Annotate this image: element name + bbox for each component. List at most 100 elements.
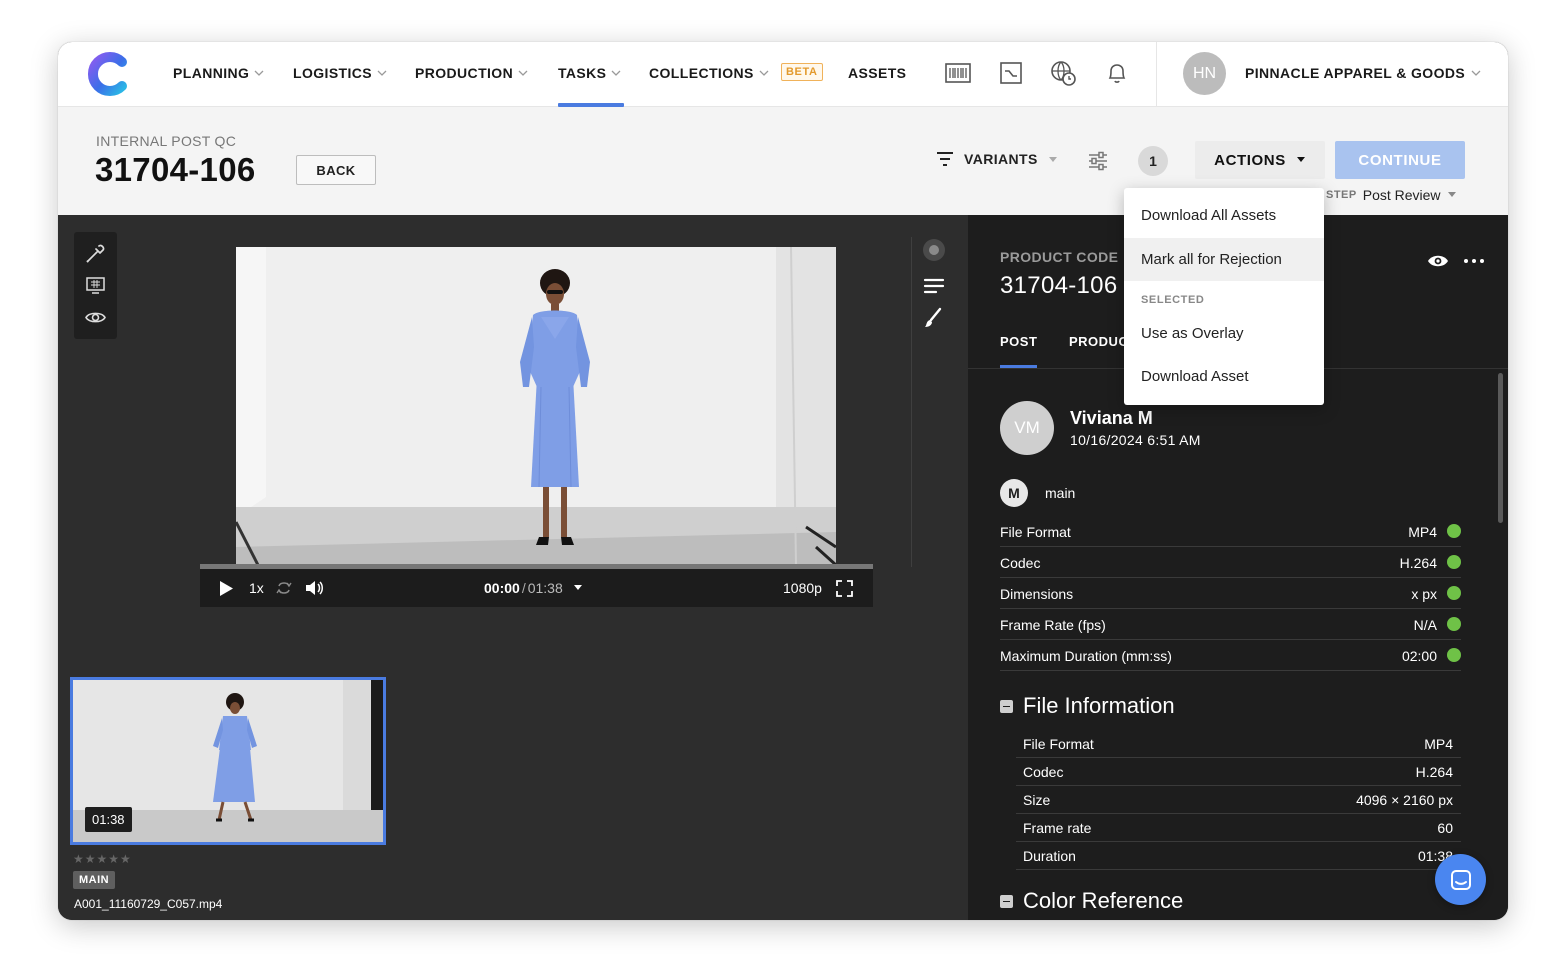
current-time: 00:00 — [484, 580, 520, 596]
screen-grid-icon[interactable] — [84, 274, 107, 297]
spec-value: MP4 — [1408, 524, 1437, 540]
tab-post[interactable]: POST — [1000, 334, 1037, 349]
menu-item-mark-all-rejection[interactable]: Mark all for Rejection — [1124, 238, 1324, 281]
user-avatar[interactable]: HN — [1183, 52, 1226, 95]
file-info-row: Duration 01:38 — [1016, 842, 1461, 870]
file-info-value: 4096 × 2160 px — [1356, 792, 1453, 808]
asset-filename: A001_11160729_C057.mp4 — [74, 897, 223, 911]
asset-thumbnail[interactable]: 01:38 — [70, 677, 386, 845]
filter-icon — [937, 152, 953, 166]
tab-product[interactable]: PRODUC — [1069, 334, 1128, 349]
nav-collections-label: COLLECTIONS — [649, 65, 754, 81]
play-icon[interactable] — [218, 580, 234, 597]
trend-chart-icon[interactable] — [998, 60, 1024, 86]
file-info-value: 60 — [1437, 820, 1453, 836]
caret-down-icon — [1447, 192, 1456, 197]
file-information-section-toggle[interactable]: File Information — [1000, 693, 1175, 719]
review-timestamp: 10/16/2024 6:51 AM — [1070, 432, 1201, 448]
video-timecode[interactable]: 00:00 / 01:38 — [484, 580, 583, 596]
chevron-down-icon — [1471, 70, 1481, 76]
chevron-down-icon — [254, 70, 264, 76]
spec-row: Frame Rate (fps) N/A — [1000, 609, 1461, 640]
nav-assets-label: ASSETS — [848, 65, 907, 81]
color-reference-title: Color Reference — [1023, 888, 1184, 913]
collapse-icon — [1000, 894, 1013, 908]
chevron-down-icon — [759, 70, 769, 76]
page-title: 31704-106 — [95, 151, 256, 188]
review-stage: 1x 00:00 / 01:38 1080p 01:38 ★★★★★ MAIN … — [58, 215, 968, 920]
video-controls: 1x 00:00 / 01:38 1080p — [200, 569, 873, 607]
check-circle-icon — [1447, 586, 1461, 600]
globe-clock-icon[interactable] — [1050, 60, 1076, 86]
video-frame-image — [236, 247, 836, 565]
spec-value: x px — [1411, 586, 1437, 602]
variants-dropdown[interactable]: VARIANTS — [936, 151, 1058, 167]
next-step-label: STEP — [1326, 189, 1357, 201]
file-info-row: File Format MP4 — [1016, 730, 1461, 758]
eye-icon[interactable] — [84, 306, 107, 329]
menu-item-download-asset[interactable]: Download Asset — [1124, 355, 1324, 398]
brush-icon[interactable] — [921, 305, 947, 331]
spec-row: Dimensions x px — [1000, 578, 1461, 609]
actions-button[interactable]: ACTIONS — [1195, 141, 1325, 179]
playback-speed[interactable]: 1x — [249, 580, 264, 596]
spec-key: Dimensions — [1000, 586, 1074, 602]
check-circle-icon — [1447, 617, 1461, 631]
back-button[interactable]: BACK — [296, 155, 376, 185]
star-rating[interactable]: ★★★★★ — [73, 852, 132, 866]
bell-icon[interactable] — [1104, 60, 1130, 86]
nav-tasks[interactable]: TASKS — [558, 65, 621, 81]
check-circle-icon — [1447, 555, 1461, 569]
annotation-toolbox — [74, 232, 117, 339]
nav-collections[interactable]: COLLECTIONS — [649, 65, 769, 81]
continue-button[interactable]: CONTINUE — [1335, 141, 1465, 179]
file-info-row: Size 4096 × 2160 px — [1016, 786, 1461, 814]
record-dot-icon[interactable] — [921, 237, 947, 263]
menu-item-use-as-overlay[interactable]: Use as Overlay — [1124, 312, 1324, 355]
spec-row: Maximum Duration (mm:ss) 02:00 — [1000, 640, 1461, 671]
support-chat-button[interactable] — [1435, 854, 1486, 905]
spec-row: Codec H.264 — [1000, 547, 1461, 578]
nav-production[interactable]: PRODUCTION — [415, 65, 528, 81]
more-options-icon[interactable] — [1462, 251, 1486, 271]
fullscreen-icon[interactable] — [836, 580, 853, 597]
selection-count-badge: 1 — [1138, 146, 1168, 176]
volume-icon[interactable] — [304, 579, 324, 597]
menu-item-download-all-assets[interactable]: Download All Assets — [1124, 194, 1324, 237]
nav-planning[interactable]: PLANNING — [173, 65, 264, 81]
org-switcher[interactable]: PINNACLE APPAREL & GOODS — [1245, 65, 1481, 81]
next-step-selector[interactable]: STEP Post Review — [1326, 187, 1457, 203]
spec-value: H.264 — [1399, 555, 1437, 571]
file-info-key: Size — [1023, 792, 1051, 808]
quality-selector[interactable]: 1080p — [783, 580, 822, 596]
file-information-title: File Information — [1023, 693, 1175, 718]
panel-scrollbar[interactable] — [1498, 373, 1503, 523]
collapse-icon — [1000, 699, 1013, 713]
file-info-key: Codec — [1023, 764, 1064, 780]
main-tag-badge: MAIN — [73, 871, 116, 889]
total-duration: 01:38 — [527, 580, 563, 596]
chevron-down-icon — [377, 70, 387, 76]
spec-value: N/A — [1413, 617, 1437, 633]
color-reference-section-toggle[interactable]: Color Reference — [1000, 888, 1183, 914]
nav-tasks-label: TASKS — [558, 65, 607, 81]
file-info-key: Duration — [1023, 848, 1076, 864]
asset-tag-badge: M — [1000, 479, 1028, 507]
sliders-icon[interactable] — [1086, 149, 1110, 173]
file-info-row: Codec H.264 — [1016, 758, 1461, 786]
video-player[interactable] — [236, 247, 836, 565]
nav-assets[interactable]: ASSETS — [848, 65, 906, 81]
eyedropper-icon[interactable] — [84, 242, 107, 265]
nav-logistics[interactable]: LOGISTICS — [293, 65, 387, 81]
asset-tag-label: main — [1045, 485, 1076, 501]
app-logo[interactable] — [86, 52, 130, 96]
barcode-icon[interactable] — [945, 60, 971, 86]
time-separator: / — [521, 580, 526, 596]
product-code-value: 31704-106 — [1000, 272, 1118, 299]
chevron-down-icon — [518, 70, 528, 76]
eye-icon[interactable] — [1426, 251, 1450, 271]
comments-list-icon[interactable] — [921, 273, 947, 299]
loop-icon[interactable] — [275, 579, 293, 597]
beta-badge: BETA — [781, 63, 823, 81]
reviewer-name: Viviana M — [1070, 408, 1153, 428]
